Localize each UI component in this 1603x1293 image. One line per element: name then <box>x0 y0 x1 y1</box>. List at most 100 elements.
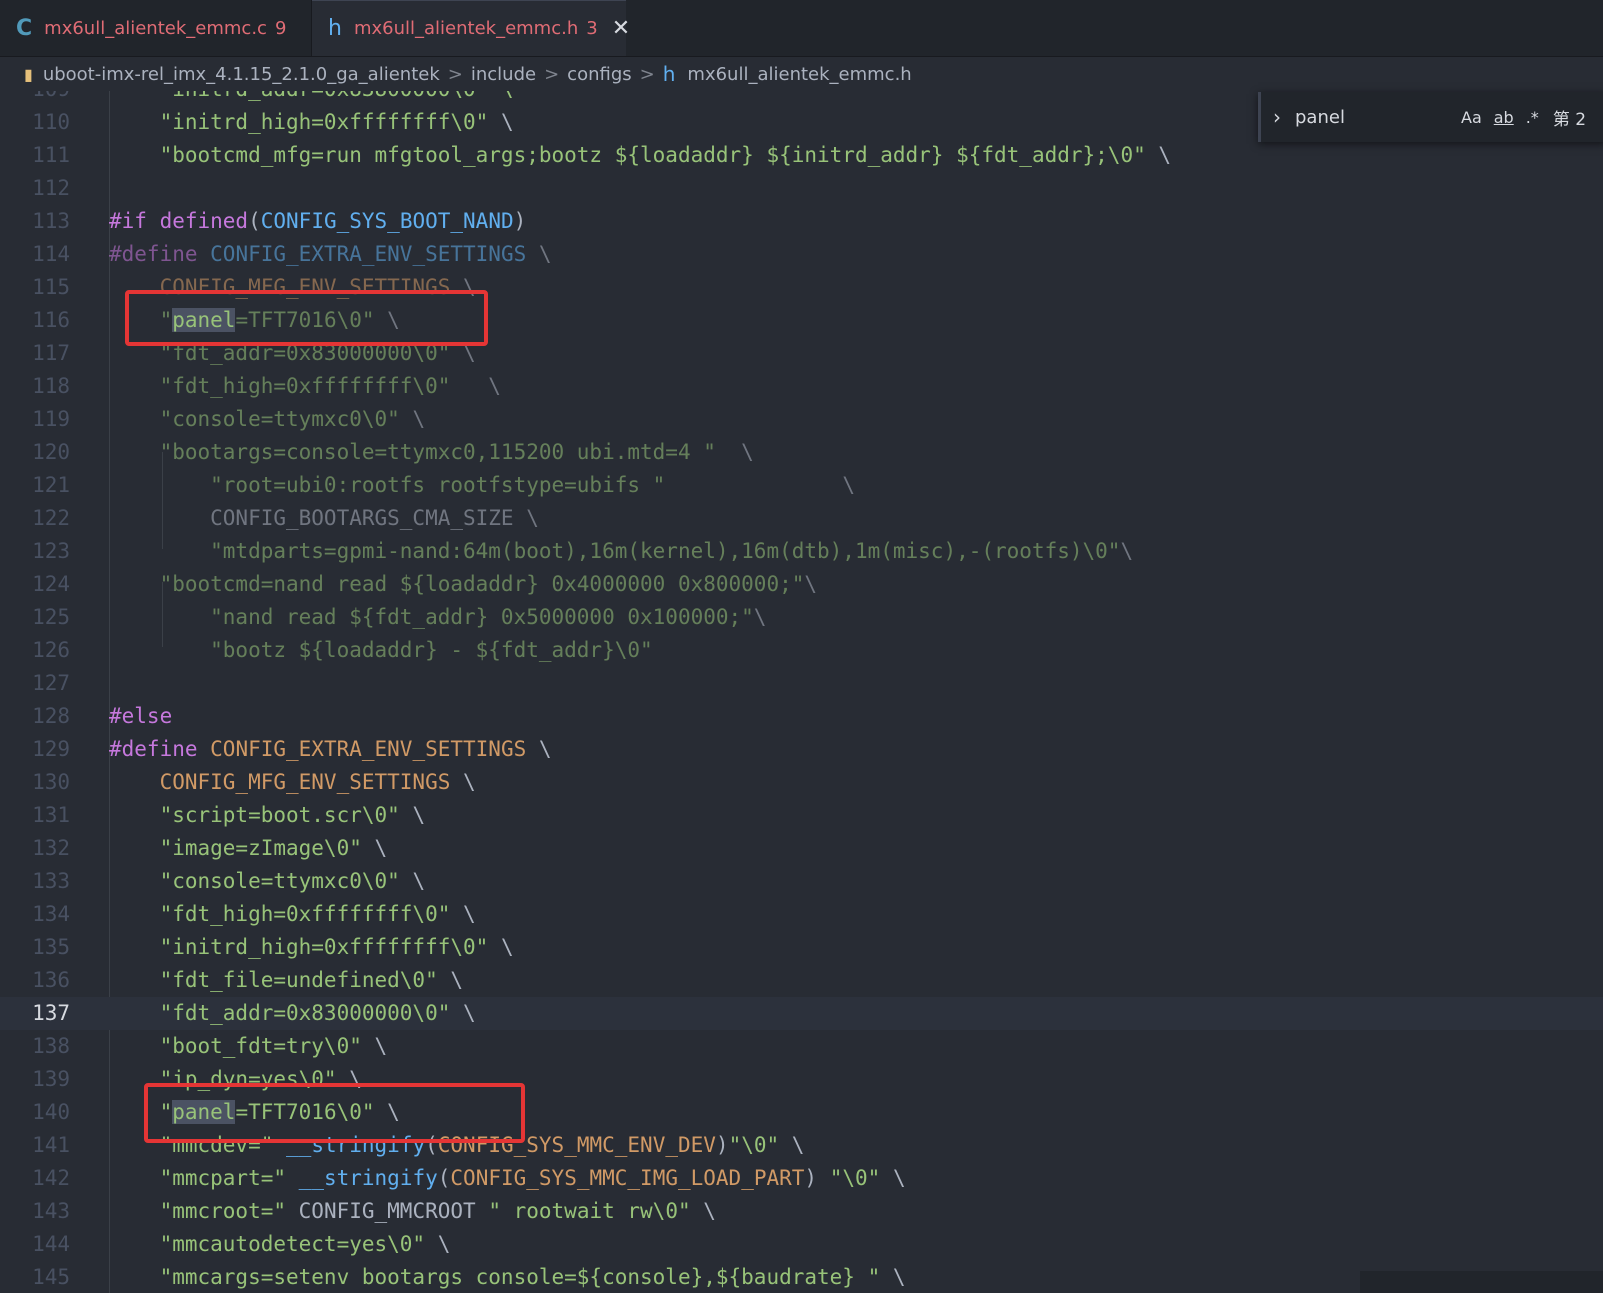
tab-label: mx6ull_alientek_emmc.h <box>353 18 579 39</box>
code-token: \ <box>374 836 388 860</box>
code-line[interactable]: 137 "fdt_addr=0x83000000\0" \ <box>0 997 1603 1030</box>
code-line[interactable]: 132 "image=zImage\0" \ <box>0 832 1603 865</box>
code-token: ( <box>248 209 261 233</box>
code-token: "fdt_addr=0x83000000\0" <box>109 1001 464 1025</box>
code-line[interactable]: 134 "fdt_high=0xffffffff\0" \ <box>0 898 1603 931</box>
close-icon[interactable]: ✕ <box>612 16 630 41</box>
code-text: "mmcroot=" CONFIG_MMCROOT " rootwait rw\… <box>109 1195 716 1228</box>
code-line[interactable]: 138 "boot_fdt=try\0" \ <box>0 1030 1603 1063</box>
code-line[interactable]: 121 "root=ubi0:rootfs rootfstype=ubifs "… <box>0 469 1603 502</box>
tab-label: mx6ull_alientek_emmc.c <box>44 17 267 39</box>
code-text: "fdt_file=undefined\0" \ <box>109 964 463 997</box>
code-line[interactable]: 123 "mtdparts=gpmi-nand:64m(boot),16m(ke… <box>0 535 1603 568</box>
whole-word-button[interactable]: ab <box>1494 108 1514 127</box>
code-line[interactable]: 127 <box>0 667 1603 700</box>
line-number: 121 <box>32 473 70 497</box>
code-line[interactable]: 130 CONFIG_MFG_ENV_SETTINGS \ <box>0 766 1603 799</box>
code-line[interactable]: 111 "bootcmd_mfg=run mfgtool_args;bootz … <box>0 139 1603 172</box>
code-line[interactable]: 112 <box>0 172 1603 205</box>
code-token: \ <box>412 803 426 827</box>
find-input[interactable]: panel <box>1295 107 1461 128</box>
code-token: "fdt_high=0xffffffff\0" <box>109 902 464 926</box>
line-number: 135 <box>32 935 70 959</box>
match-count: 第 2 <box>1552 109 1587 130</box>
code-token: \ <box>412 407 426 431</box>
breadcrumb-item-configs[interactable]: configs <box>567 64 631 85</box>
code-token: \ <box>804 572 818 596</box>
code-token: CONFIG_SYS_BOOT_NAND <box>260 209 514 233</box>
code-text: "root=ubi0:rootfs rootfstype=ubifs " \ <box>109 469 855 502</box>
code-line[interactable]: 143 "mmcroot=" CONFIG_MMCROOT " rootwait… <box>0 1195 1603 1228</box>
line-number: 110 <box>32 110 70 134</box>
code-text: "console=ttymxc0\0" \ <box>109 865 426 898</box>
code-text: "initrd_high=0xffffffff\0" \ <box>109 931 514 964</box>
code-text: "bootz ${loadaddr} - ${fdt_addr}\0" <box>109 634 653 667</box>
line-number: 117 <box>32 341 70 365</box>
code-line[interactable]: 144 "mmcautodetect=yes\0" \ <box>0 1228 1603 1261</box>
line-number: 126 <box>32 638 70 662</box>
code-token: \ <box>791 1133 805 1157</box>
chevron-right-icon[interactable]: › <box>1273 105 1281 129</box>
code-token: "mmcautodetect=yes\0" <box>109 1232 438 1256</box>
code-token: "mtdparts=gpmi-nand:64m(boot),16m(kernel… <box>109 539 1121 563</box>
code-token: ) <box>715 1133 729 1157</box>
horizontal-scrollbar[interactable] <box>1360 1271 1603 1293</box>
code-line[interactable]: 125 "nand read ${fdt_addr} 0x5000000 0x1… <box>0 601 1603 634</box>
breadcrumb-separator: > <box>544 63 560 85</box>
code-line[interactable]: 135 "initrd_high=0xffffffff\0" \ <box>0 931 1603 964</box>
code-line[interactable]: 133 "console=ttymxc0\0" \ <box>0 865 1603 898</box>
code-token: "bootcmd=nand read ${loadaddr} 0x4000000… <box>109 572 805 596</box>
tab-mx6ull-alientek-emmc-h[interactable]: h mx6ull_alientek_emmc.h 3 ✕ <box>312 0 630 56</box>
code-text: #else <box>109 700 172 733</box>
code-line[interactable]: 122 CONFIG_BOOTARGS_CMA_SIZE \ <box>0 502 1603 535</box>
code-line[interactable]: 118 "fdt_high=0xffffffff\0" \ <box>0 370 1603 403</box>
code-token: \ <box>892 1265 906 1289</box>
code-line[interactable]: 136 "fdt_file=undefined\0" \ <box>0 964 1603 997</box>
code-token: \ <box>1120 539 1134 563</box>
editor-tab-bar: C mx6ull_alientek_emmc.c 9 h mx6ull_alie… <box>0 0 1603 57</box>
code-token: \ <box>463 770 476 794</box>
code-token: "initrd_high=0xffffffff\0" <box>109 935 501 959</box>
line-number: 145 <box>32 1265 70 1289</box>
code-token: "\0" <box>829 1166 893 1190</box>
code-text: "bootargs=console=ttymxc0,115200 ubi.mtd… <box>109 436 754 469</box>
code-token: \ <box>463 902 476 926</box>
code-line[interactable]: 113 #if defined(CONFIG_SYS_BOOT_NAND) <box>0 205 1603 238</box>
line-number: 132 <box>32 836 70 860</box>
code-line[interactable]: 114 #define CONFIG_EXTRA_ENV_SETTINGS \ <box>0 238 1603 271</box>
code-token: CONFIG_MFG_ENV_SETTINGS <box>109 770 464 794</box>
line-number: 120 <box>32 440 70 464</box>
c-file-icon: C <box>16 15 33 41</box>
regex-button[interactable]: .* <box>1526 108 1539 127</box>
breadcrumb-item-root[interactable]: uboot-imx-rel_imx_4.1.15_2.1.0_ga_alient… <box>43 64 440 85</box>
code-text: "initrd_high=0xffffffff\0" \ <box>109 106 514 139</box>
code-line[interactable]: 128 #else <box>0 700 1603 733</box>
breadcrumb-item-file[interactable]: mx6ull_alientek_emmc.h <box>687 64 911 85</box>
code-line[interactable]: 124 "bootcmd=nand read ${loadaddr} 0x400… <box>0 568 1603 601</box>
code-line[interactable]: 120 "bootargs=console=ttymxc0,115200 ubi… <box>0 436 1603 469</box>
code-token: "bootz ${loadaddr} - ${fdt_addr}\0" <box>109 638 653 662</box>
code-text: CONFIG_MFG_ENV_SETTINGS \ <box>109 766 476 799</box>
code-token: \ <box>500 110 514 134</box>
line-number: 139 <box>32 1067 70 1091</box>
code-text: "script=boot.scr\0" \ <box>109 799 426 832</box>
line-number: 111 <box>32 143 70 167</box>
code-line[interactable]: 129 #define CONFIG_EXTRA_ENV_SETTINGS \ <box>0 733 1603 766</box>
code-line[interactable]: 142 "mmcpart=" __stringify(CONFIG_SYS_MM… <box>0 1162 1603 1195</box>
code-token: __stringify <box>298 1166 438 1190</box>
line-number: 124 <box>32 572 70 596</box>
line-number: 112 <box>32 176 70 200</box>
code-text: "boot_fdt=try\0" \ <box>109 1030 388 1063</box>
match-case-button[interactable]: Aa <box>1461 108 1482 127</box>
code-text: "console=ttymxc0\0" \ <box>109 403 426 436</box>
code-line[interactable]: 119 "console=ttymxc0\0" \ <box>0 403 1603 436</box>
annotation-box-panel-nand <box>125 290 488 346</box>
breadcrumb-item-include[interactable]: include <box>471 64 536 85</box>
code-token: \ <box>842 473 855 497</box>
code-line[interactable]: 126 "bootz ${loadaddr} - ${fdt_addr}\0" <box>0 634 1603 667</box>
line-number: 113 <box>32 209 70 233</box>
code-line[interactable]: 131 "script=boot.scr\0" \ <box>0 799 1603 832</box>
code-token: "mmcpart=" <box>109 1166 287 1190</box>
tab-mx6ull-alientek-emmc-c[interactable]: C mx6ull_alientek_emmc.c 9 <box>0 0 312 56</box>
